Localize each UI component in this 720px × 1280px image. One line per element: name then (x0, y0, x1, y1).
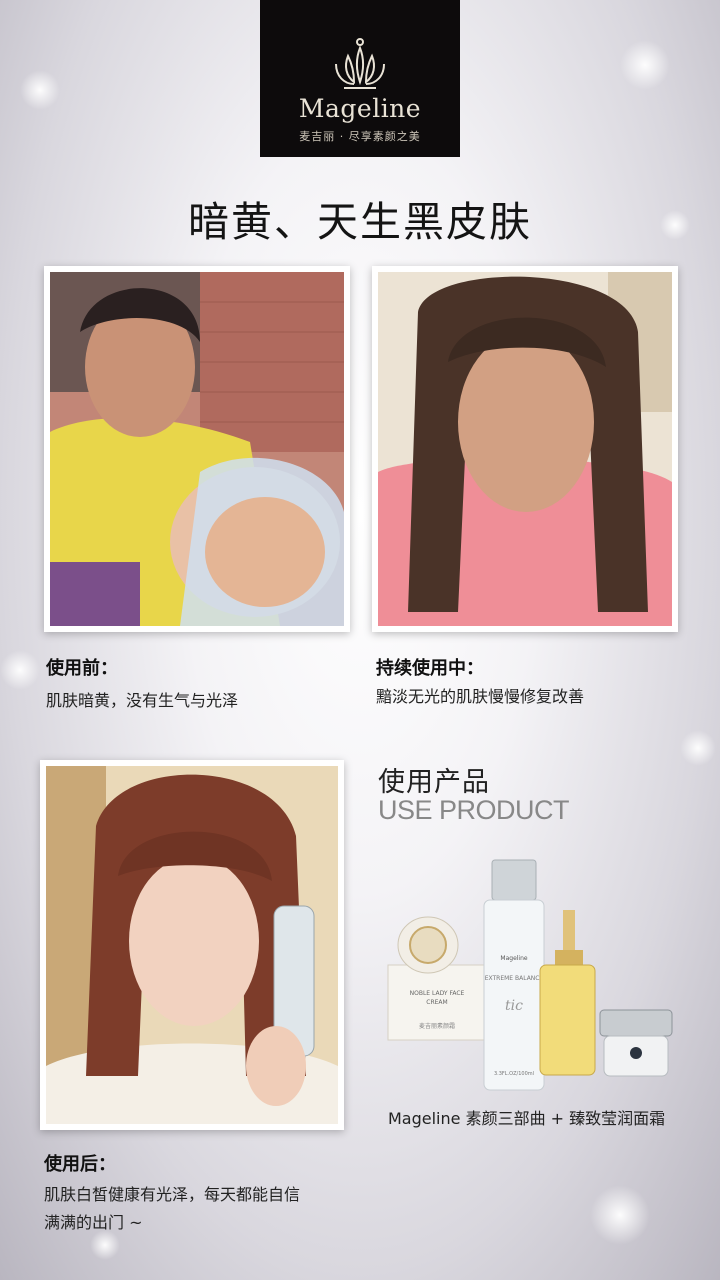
during-photo (372, 266, 678, 632)
sparkle (0, 650, 40, 690)
sparkle (680, 730, 716, 766)
toner-volume: 3.3FL.OZ/100ml (494, 1071, 534, 1077)
cream-box-label: 麦吉丽素颜霜 (419, 1022, 455, 1030)
during-title: 持续使用中： (376, 658, 484, 679)
toner-script: tic (505, 998, 523, 1014)
cream-label-2: CREAM (426, 999, 447, 1006)
during-text: 黯淡无光的肌肤慢慢修复改善 (376, 687, 585, 706)
before-title: 使用前： (46, 658, 118, 679)
brand-logo: Mageline 麦吉丽 · 尽享素颜之美 (260, 0, 460, 157)
sparkle (620, 40, 670, 90)
toner-bottle: Mageline EXTREME BALANCE tic 3.3FL.OZ/10… (483, 859, 545, 1091)
cream-label-1: NOBLE LADY FACE (410, 990, 465, 997)
serum-bottle (539, 910, 596, 1076)
toner-line: EXTREME BALANCE (485, 975, 544, 982)
after-photo (40, 760, 344, 1130)
face-cream-jar (599, 1009, 673, 1077)
brand-tagline: 麦吉丽 · 尽享素颜之美 (299, 130, 421, 143)
sparkle (590, 1185, 650, 1245)
cream-box: NOBLE LADY FACE CREAM 麦吉丽素颜霜 (387, 916, 487, 1041)
before-photo (44, 266, 350, 632)
toner-brand: Mageline (500, 955, 527, 962)
before-text: 肌肤暗黄，没有生气与光泽 (46, 691, 239, 710)
brand-name: Mageline (298, 94, 422, 123)
after-text-line1: 肌肤白皙健康有光泽，每天都能自信 (44, 1185, 301, 1204)
product-image: NOBLE LADY FACE CREAM 麦吉丽素颜霜 Mageline EX… (387, 859, 673, 1091)
after-title: 使用后： (44, 1154, 116, 1175)
product-caption: Mageline 素颜三部曲 + 臻致莹润面霜 (388, 1109, 666, 1128)
page-headline: 暗黄、天生黑皮肤 (188, 198, 532, 246)
lotus-crown-icon (335, 38, 385, 89)
use-product-subtitle: USE PRODUCT (378, 795, 570, 825)
sparkle (20, 70, 60, 110)
use-product-title: 使用产品 (378, 767, 490, 798)
after-text-line2: 满满的出门 ~ (44, 1213, 143, 1232)
